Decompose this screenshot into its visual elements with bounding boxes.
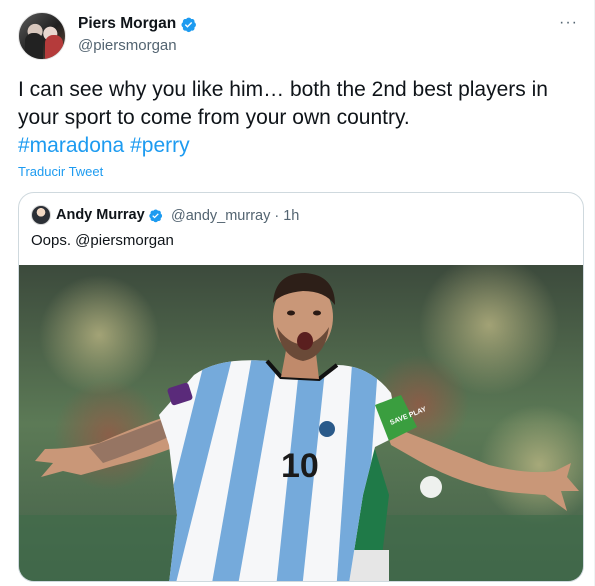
quoted-author-name[interactable]: Andy Murray: [56, 207, 145, 223]
quoted-tweet[interactable]: Andy Murray @andy_murray · 1h Oops. @pie…: [18, 192, 584, 582]
more-dots-icon[interactable]: ···: [559, 14, 578, 32]
author-name-row[interactable]: Piers Morgan: [78, 15, 197, 33]
tweet-text: I can see why you like him… both the 2nd…: [18, 78, 548, 129]
quoted-author-handle-time[interactable]: @andy_murray · 1h: [171, 208, 299, 224]
hashtag-maradona[interactable]: #maradona: [18, 134, 124, 157]
translate-tweet-link[interactable]: Traducir Tweet: [18, 164, 103, 179]
quoted-tweet-photo[interactable]: SAVE PLAY 10: [19, 265, 583, 581]
jersey-number: 10: [281, 447, 319, 485]
tweet-card: Piers Morgan @piersmorgan ··· I can see …: [0, 0, 595, 586]
verified-badge-icon: [148, 208, 162, 222]
hashtag-perry[interactable]: #perry: [130, 134, 190, 157]
author-avatar[interactable]: [18, 12, 66, 60]
celebrating-player-photo: SAVE PLAY 10: [19, 265, 583, 581]
quoted-author-avatar[interactable]: [31, 205, 51, 225]
author-name[interactable]: Piers Morgan: [78, 15, 176, 33]
quoted-tweet-text: Oops. @piersmorgan: [31, 232, 174, 249]
verified-badge-icon: [181, 17, 197, 32]
quoted-author-name-row[interactable]: Andy Murray: [56, 207, 163, 223]
hashtag-row: #maradona #perry: [18, 132, 190, 160]
author-handle[interactable]: @piersmorgan: [78, 37, 177, 54]
